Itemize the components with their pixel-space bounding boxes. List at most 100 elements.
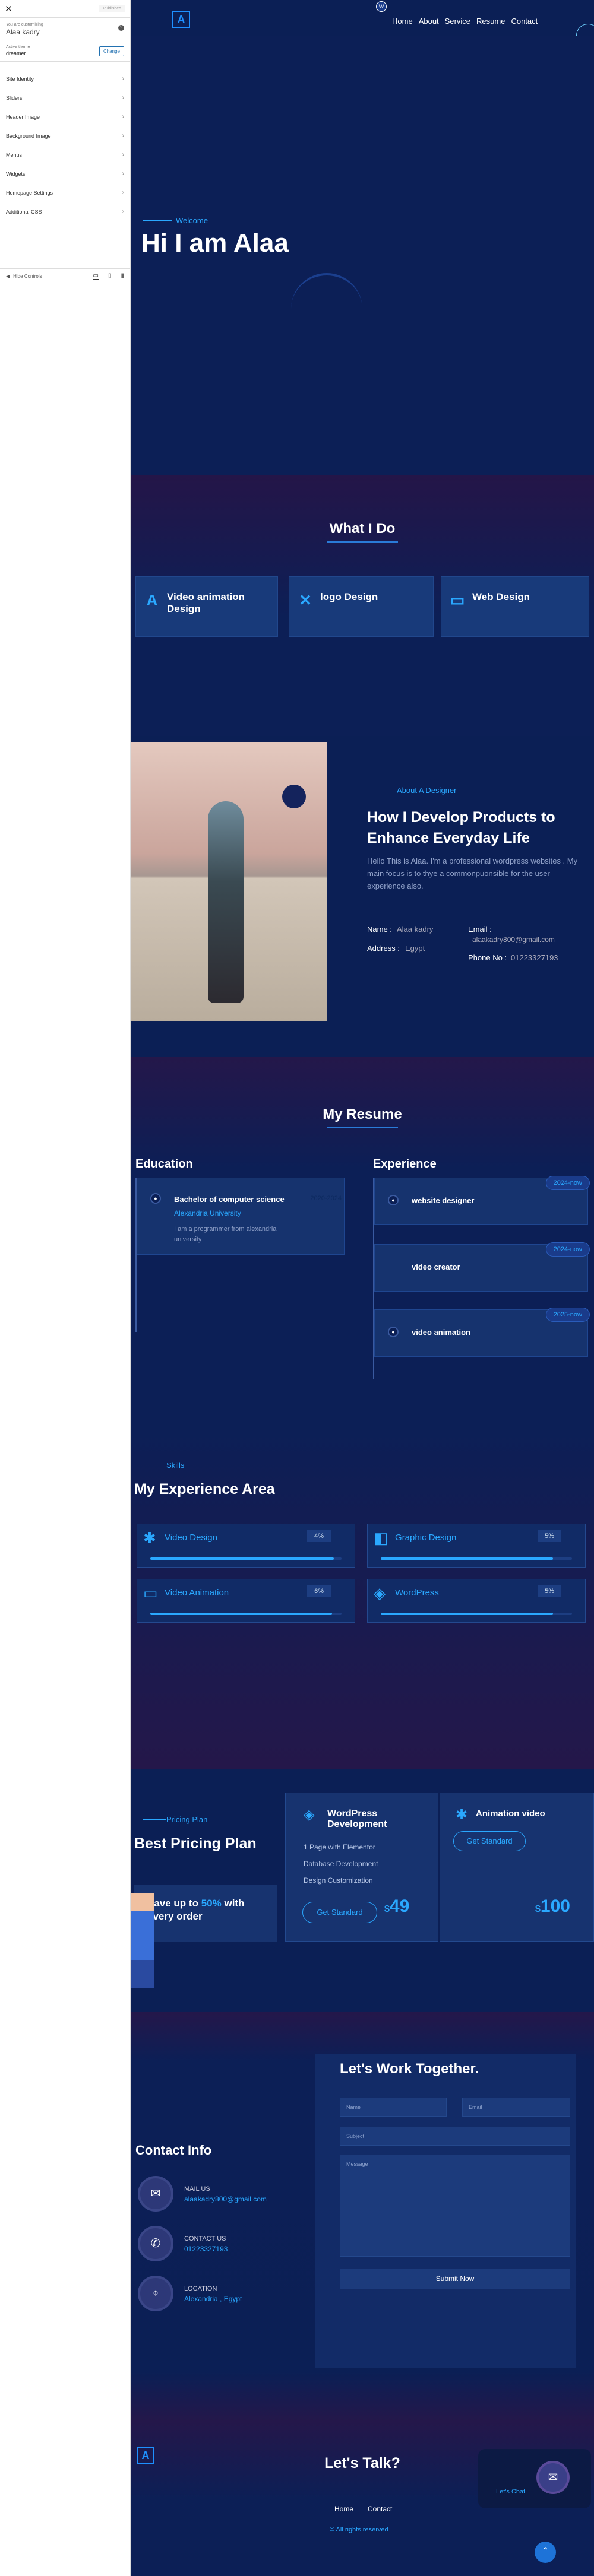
about-phone-value: 01223327193 (511, 953, 558, 962)
submit-button[interactable]: Submit Now (340, 2269, 570, 2289)
video-animation-icon: ▭ (143, 1584, 158, 1602)
customizing-label: You are customizing (6, 23, 43, 27)
about-name-label: Name : (367, 925, 392, 934)
wordpress-icon[interactable]: W (376, 1, 387, 12)
chat-icon[interactable]: ✉ (536, 2461, 570, 2494)
site-footer: A Let's Talk? Home Contact © All rights … (131, 2422, 594, 2576)
menu-item-menus[interactable]: Menus › (0, 145, 130, 164)
service-video-animation[interactable]: A Video animation Design (135, 576, 278, 637)
menu-item-additional-css[interactable]: Additional CSS › (0, 202, 130, 221)
chevron-right-icon: › (122, 132, 124, 139)
education-degree: Bachelor of computer science (174, 1195, 285, 1204)
timeline-dot: ● (150, 1193, 161, 1204)
nav-about[interactable]: About (419, 17, 439, 26)
experience-title-3: video animation (412, 1328, 470, 1337)
desktop-icon[interactable]: ▭ (93, 272, 99, 280)
customizing-info: You are customizing Alaa kadry ? (0, 18, 130, 40)
subject-input[interactable]: Subject (340, 2127, 570, 2146)
hide-controls-button[interactable]: Hide Controls (13, 274, 42, 279)
plan-title: WordPress Development (327, 1809, 387, 1829)
location-icon: ⌖ (138, 2276, 173, 2311)
chat-widget[interactable]: ✉ Let's Chat (478, 2449, 591, 2508)
footer-link-home[interactable]: Home (334, 2505, 353, 2513)
menu-item-background-image[interactable]: Background Image › (0, 126, 130, 145)
contact-form: Let's Work Together. Name Email Subject … (315, 2054, 576, 2368)
welcome-line (143, 220, 172, 221)
logo-design-icon: ✕ (299, 591, 312, 609)
skill-percent: 5% (538, 1585, 561, 1597)
decorative-arc (291, 273, 362, 344)
change-theme-button[interactable]: Change (99, 46, 124, 56)
skill-bar (381, 1613, 572, 1615)
resume-title: My Resume (323, 1106, 402, 1122)
wordpress-icon: ◈ (374, 1584, 386, 1602)
pricing-section: Pricing Plan Best Pricing Plan Save up t… (131, 1769, 594, 2012)
active-theme: Active theme dreamer Change (0, 40, 130, 62)
message-textarea[interactable]: Message (340, 2155, 570, 2257)
service-logo-design[interactable]: ✕ logo Design (289, 576, 434, 637)
chevron-right-icon: › (122, 208, 124, 215)
skill-card-wordpress: ◈ WordPress 5% (367, 1579, 586, 1623)
close-icon[interactable]: ✕ (5, 4, 12, 14)
nav-home[interactable]: Home (392, 17, 413, 26)
publish-button[interactable]: Published (99, 5, 125, 12)
get-standard-button[interactable]: Get Standard (302, 1902, 377, 1923)
resume-section: My Resume Education Experience ● Bachelo… (131, 1057, 594, 1430)
name-input[interactable]: Name (340, 2098, 447, 2117)
nav-resume[interactable]: Resume (476, 17, 505, 26)
customizer-menu: Site Identity › Sliders › Header Image › Ba… (0, 69, 130, 221)
mobile-icon[interactable]: ▮ (121, 272, 124, 280)
menu-item-site-identity[interactable]: Site Identity › (0, 69, 130, 88)
hero-section: Welcome Hi I am Alaa (131, 36, 594, 475)
site-title: Alaa kadry (6, 28, 40, 36)
skill-bar-fill (381, 1613, 553, 1615)
nav-contact[interactable]: Contact (511, 17, 538, 26)
get-standard-button[interactable]: Get Standard (453, 1831, 526, 1851)
pricing-card-wordpress: ◈ WordPress Development 1 Page with Elem… (285, 1793, 438, 1942)
about-title: How I Develop Products to Enhance Everyd… (367, 809, 555, 846)
education-desc: I am a programmer from alexandria univer… (174, 1226, 277, 1243)
save-banner: Save up to 50% with every order (134, 1885, 277, 1942)
experience-item-3: ● video animation 2025-now (374, 1308, 590, 1357)
menu-item-sliders[interactable]: Sliders › (0, 88, 130, 107)
decorative-circle (282, 785, 306, 808)
hide-controls-icon[interactable]: ◀ (6, 274, 10, 279)
site-logo[interactable]: A (172, 11, 190, 28)
skill-bar (150, 1613, 342, 1615)
education-title: Education (135, 1157, 193, 1170)
chevron-right-icon: › (122, 113, 124, 120)
mail-value[interactable]: alaakadry800@gmail.com (184, 2195, 267, 2203)
skill-bar-fill (150, 1613, 332, 1615)
menu-item-header-image[interactable]: Header Image › (0, 107, 130, 126)
service-web-design[interactable]: ▭ Web Design (441, 576, 589, 637)
email-input[interactable]: Email (462, 2098, 570, 2117)
footer-link-contact[interactable]: Contact (368, 2505, 392, 2513)
help-icon[interactable]: ? (118, 25, 124, 31)
contact-title: Contact Info (135, 2143, 212, 2158)
skill-percent: 4% (307, 1530, 331, 1542)
scroll-top-icon[interactable]: ⌃ (535, 2542, 556, 2563)
chevron-right-icon: › (122, 170, 124, 177)
about-phone-label: Phone No : (468, 953, 507, 962)
video-animation-icon: A (146, 591, 158, 609)
tablet-icon[interactable]: ▯ (108, 272, 112, 280)
plan-price: $49 (384, 1896, 410, 1916)
nav-service[interactable]: Service (445, 17, 470, 26)
plan-feature: Design Customization (304, 1876, 373, 1885)
skill-bar (150, 1557, 342, 1560)
menu-item-homepage-settings[interactable]: Homepage Settings › (0, 183, 130, 202)
plan-price: $100 (535, 1896, 570, 1916)
welcome-label: Welcome (176, 216, 208, 225)
menu-item-widgets[interactable]: Widgets › (0, 164, 130, 183)
timeline-dot: ● (388, 1327, 399, 1337)
experience-title: Experience (373, 1157, 437, 1170)
pricing-line (143, 1819, 166, 1820)
experience-date-1: 2024-now (545, 1176, 590, 1190)
graphic-design-icon: ◧ (374, 1529, 388, 1547)
skills-title: My Experience Area (134, 1481, 275, 1498)
pricing-title: Best Pricing Plan (134, 1835, 257, 1852)
skill-card-video-animation: ▭ Video Animation 6% (137, 1579, 355, 1623)
form-title: Let's Work Together. (340, 2061, 479, 2077)
phone-value[interactable]: 01223327193 (184, 2245, 228, 2253)
customizer-footer: ◀ Hide Controls ▭ ▯ ▮ (0, 268, 130, 284)
